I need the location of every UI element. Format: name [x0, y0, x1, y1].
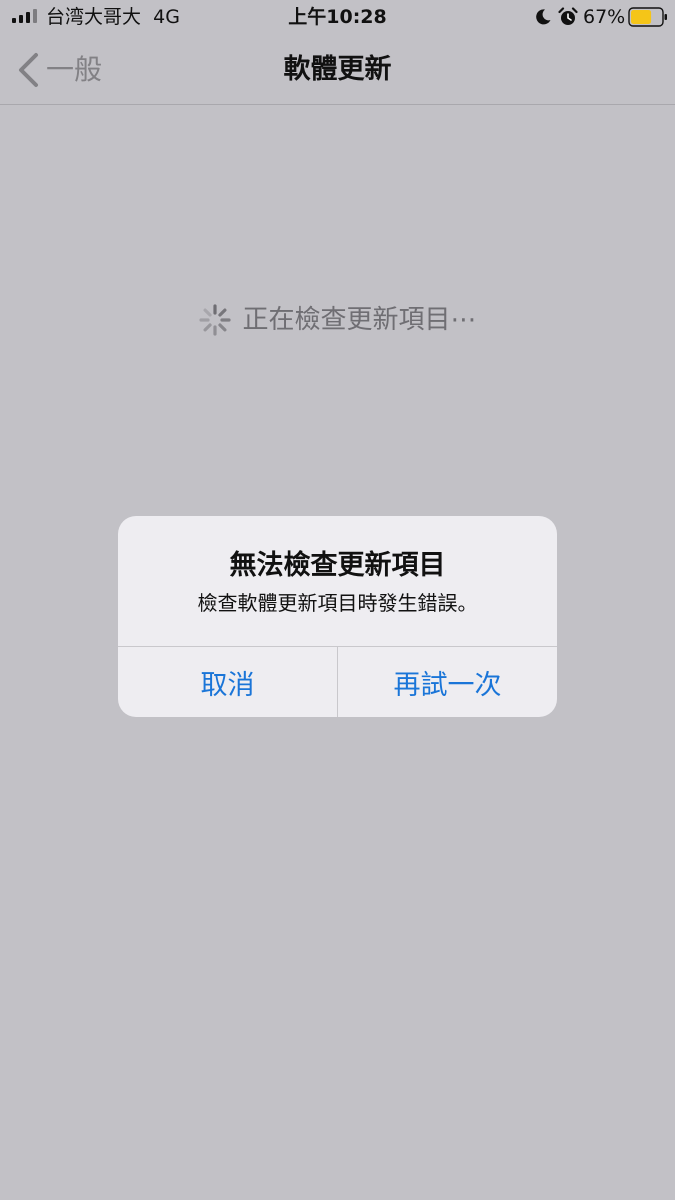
battery-icon: [628, 7, 667, 27]
moon-icon: [536, 9, 551, 25]
battery-percent: 67%: [583, 6, 626, 28]
retry-button[interactable]: 再試一次: [338, 647, 557, 717]
loading-indicator: 正在檢查更新項目⋯: [0, 300, 675, 340]
page-title: 軟體更新: [283, 54, 392, 85]
alert-dialog: 無法檢查更新項目 檢查軟體更新項目時發生錯誤。 取消 再試一次: [118, 516, 557, 717]
loading-text: 正在檢查更新項目⋯: [242, 305, 477, 335]
alarm-icon: [558, 7, 578, 25]
status-bar: 台湾大哥大 4G 上午10:28 67%: [0, 0, 675, 36]
spinner-icon: [199, 304, 232, 336]
navigation-bar: 一般 軟體更新: [0, 36, 675, 105]
cancel-button[interactable]: 取消: [118, 647, 337, 717]
alert-title: 無法檢查更新項目: [229, 550, 446, 581]
alert-message: 檢查軟體更新項目時發生錯誤。: [197, 591, 478, 615]
